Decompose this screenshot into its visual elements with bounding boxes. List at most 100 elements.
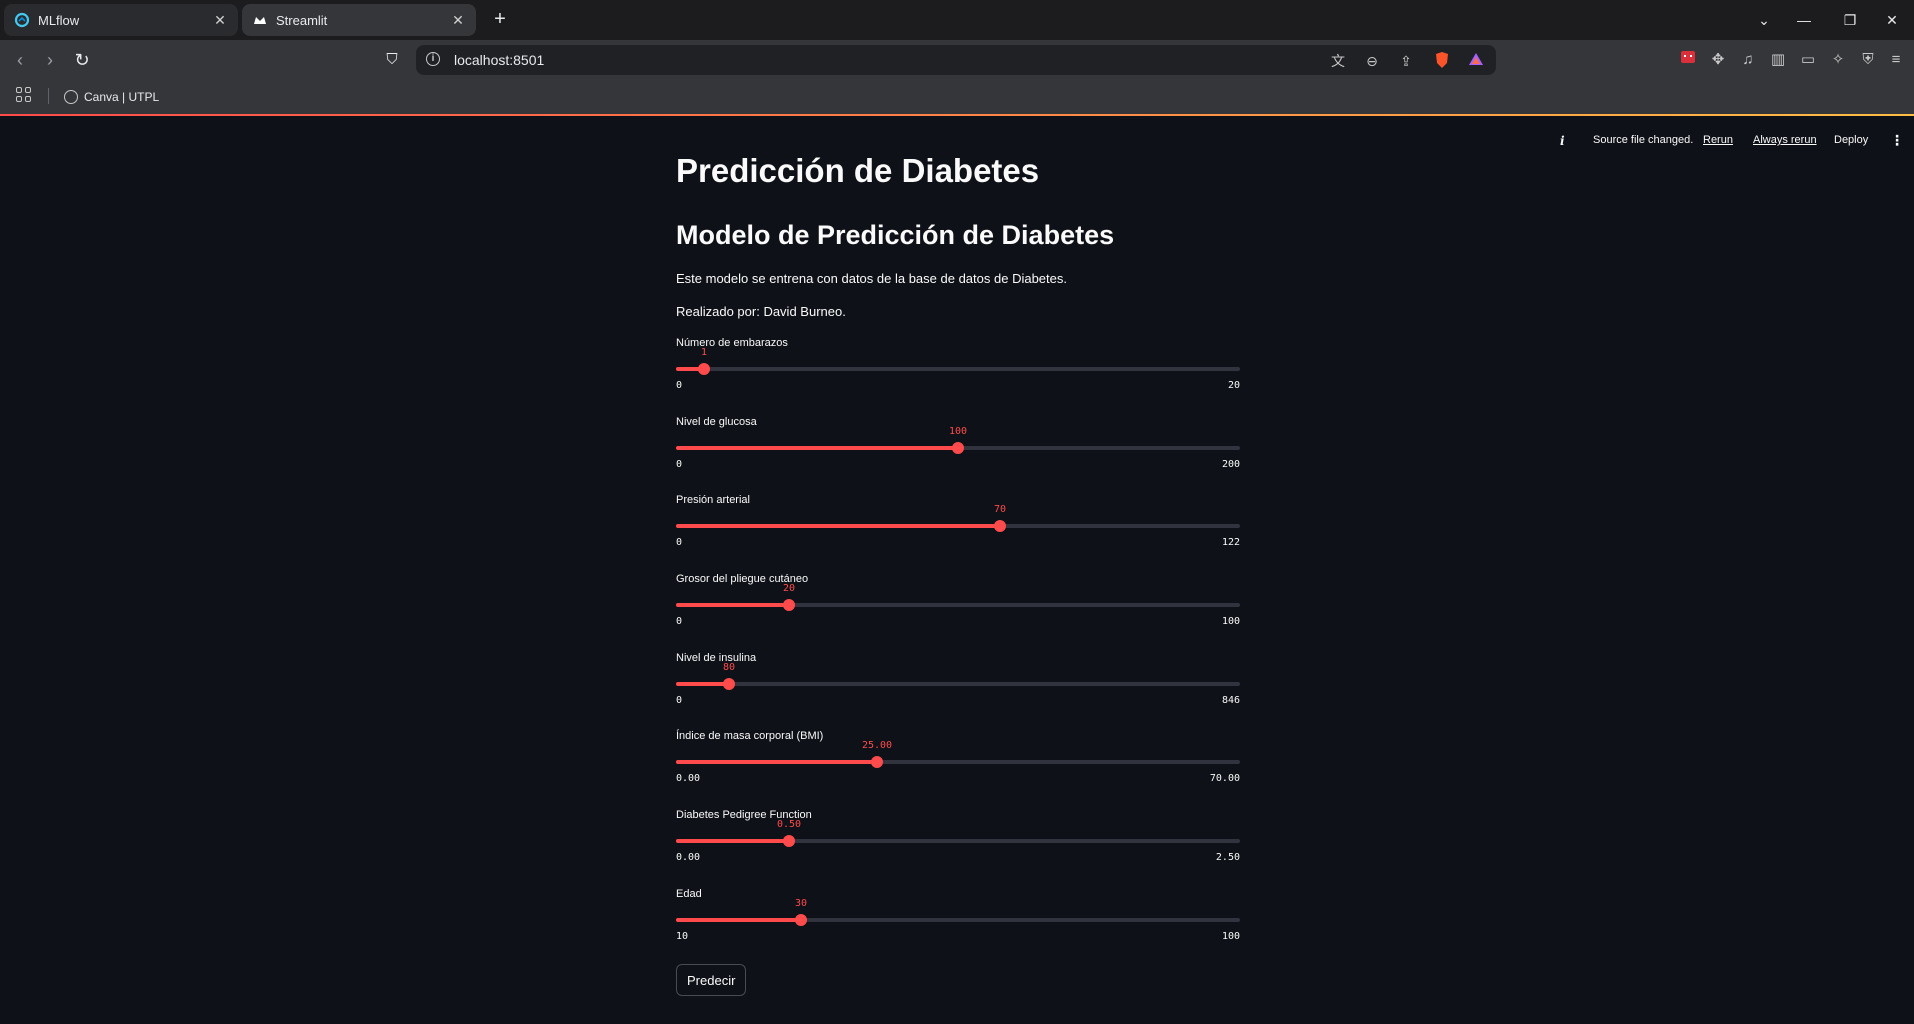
- bookmark-label: Canva | UTPL: [84, 90, 160, 104]
- slider-thumb[interactable]: [994, 520, 1006, 532]
- slider-min: 0: [676, 537, 683, 548]
- predict-button[interactable]: Predecir: [676, 964, 747, 996]
- slider-thumb[interactable]: [871, 756, 883, 768]
- slider-max: 2.50: [1215, 852, 1240, 863]
- leo-ai-icon[interactable]: ✧: [1828, 50, 1848, 70]
- forward-button[interactable]: ›: [38, 48, 62, 72]
- slider-track[interactable]: [676, 367, 1240, 371]
- status-text: Source file changed.: [1593, 134, 1694, 146]
- slider-fill: [676, 839, 789, 843]
- slider-value: 80: [722, 662, 736, 673]
- new-tab-button[interactable]: +: [488, 8, 512, 32]
- slider-thumb[interactable]: [783, 599, 795, 611]
- info-icon: i: [1560, 134, 1565, 148]
- globe-icon: [64, 90, 78, 104]
- slider-thumb[interactable]: [723, 678, 735, 690]
- slider-3[interactable]: Grosor del pliegue cutáneo 20 0 100: [676, 573, 1240, 643]
- slider-label: Edad: [676, 888, 702, 900]
- slider-label: Número de embarazos: [676, 337, 788, 349]
- slider-thumb[interactable]: [783, 835, 795, 847]
- slider-value: 1: [700, 347, 708, 358]
- brave-shields-icon[interactable]: [1432, 51, 1452, 71]
- extensions-puzzle-icon[interactable]: ✥: [1708, 50, 1728, 70]
- apps-grid-icon[interactable]: [16, 87, 34, 105]
- brave-rewards-icon[interactable]: [1466, 51, 1486, 71]
- slider-fill: [676, 524, 1000, 528]
- slider-value: 70: [993, 504, 1007, 515]
- minimize-button[interactable]: —: [1792, 8, 1816, 32]
- mlflow-icon: [14, 12, 30, 28]
- slider-value: 25.00: [861, 740, 893, 751]
- slider-fill: [676, 918, 801, 922]
- slider-max: 200: [1221, 459, 1240, 470]
- tab-strip: MLflow ✕ Streamlit ✕ + ⌄ — ❐ ✕: [0, 0, 1914, 40]
- bookmark-canva-utpl[interactable]: Canva | UTPL: [64, 87, 159, 107]
- site-info-icon[interactable]: i: [426, 52, 440, 66]
- slider-min: 0: [676, 380, 683, 391]
- restore-button[interactable]: ❐: [1838, 8, 1862, 32]
- slider-min: 0: [676, 459, 683, 470]
- slider-thumb[interactable]: [952, 442, 964, 454]
- tab-search-icon[interactable]: ⌄: [1752, 8, 1776, 32]
- tab-title: MLflow: [38, 12, 80, 28]
- slider-thumb[interactable]: [795, 914, 807, 926]
- slider-max: 20: [1227, 380, 1240, 391]
- slider-4[interactable]: Nivel de insulina 80 0 846: [676, 652, 1240, 722]
- share-icon[interactable]: ⇪: [1396, 51, 1416, 71]
- vpn-shield-icon[interactable]: ⛨: [1858, 50, 1878, 70]
- media-music-icon[interactable]: ♫: [1738, 50, 1758, 70]
- slider-7[interactable]: Edad 30 10 100: [676, 888, 1240, 958]
- slider-1[interactable]: Nivel de glucosa 100 0 200: [676, 416, 1240, 486]
- always-rerun-button[interactable]: Always rerun: [1753, 134, 1817, 146]
- streamlit-decoration-bar: [0, 114, 1914, 116]
- slider-label: Nivel de glucosa: [676, 416, 757, 428]
- slider-2[interactable]: Presión arterial 70 0 122: [676, 494, 1240, 564]
- page-subtitle: Modelo de Predicción de Diabetes: [676, 220, 1115, 250]
- slider-6[interactable]: Diabetes Pedigree Function 0.50 0.00 2.50: [676, 809, 1240, 879]
- slider-label: Nivel de insulina: [676, 652, 757, 664]
- bookmarks-divider: [48, 88, 49, 104]
- extension-red-icon[interactable]: [1678, 50, 1698, 70]
- translate-icon[interactable]: 文: [1328, 51, 1348, 71]
- close-icon[interactable]: ✕: [450, 12, 466, 29]
- slider-fill: [676, 446, 958, 450]
- tab-mlflow[interactable]: MLflow ✕: [4, 4, 238, 36]
- slider-min: 0: [676, 695, 683, 706]
- slider-fill: [676, 682, 729, 686]
- slider-max: 100: [1221, 931, 1240, 942]
- streamlit-crown-icon: [252, 12, 268, 28]
- description-text: Este modelo se entrena con datos de la b…: [676, 271, 1067, 286]
- window-close-button[interactable]: ✕: [1880, 8, 1904, 32]
- slider-label: Índice de masa corporal (BMI): [676, 730, 824, 742]
- slider-thumb[interactable]: [698, 363, 710, 375]
- rerun-button[interactable]: Rerun: [1703, 134, 1733, 146]
- slider-max: 100: [1221, 616, 1240, 627]
- bookmark-icon[interactable]: ⛉: [380, 48, 404, 72]
- sidebar-icon[interactable]: ▥: [1768, 50, 1788, 70]
- streamlit-toolbar: i Source file changed. Rerun Always reru…: [1560, 133, 1904, 154]
- close-icon[interactable]: ✕: [212, 12, 228, 29]
- slider-value: 30: [794, 898, 808, 909]
- slider-5[interactable]: Índice de masa corporal (BMI) 25.00 0.00 70…: [676, 730, 1240, 800]
- author-text: Realizado por: David Burneo.: [676, 304, 846, 319]
- slider-fill: [676, 603, 789, 607]
- deploy-button[interactable]: Deploy: [1834, 134, 1868, 146]
- wallet-icon[interactable]: ▭: [1798, 50, 1818, 70]
- slider-label: Presión arterial: [676, 494, 750, 506]
- slider-max: 122: [1221, 537, 1240, 548]
- slider-max: 846: [1221, 695, 1240, 706]
- slider-track[interactable]: [676, 682, 1240, 686]
- bookmarks-bar: [0, 80, 1914, 114]
- tab-streamlit[interactable]: Streamlit ✕: [242, 4, 476, 36]
- url-text: localhost:8501: [454, 52, 545, 68]
- menu-icon[interactable]: ≡: [1886, 50, 1906, 70]
- slider-min: 0: [676, 616, 683, 627]
- slider-0[interactable]: Número de embarazos 1 0 20: [676, 337, 1240, 407]
- tab-title: Streamlit: [276, 12, 328, 28]
- back-button[interactable]: ‹: [8, 48, 32, 72]
- reload-button[interactable]: ↻: [70, 48, 94, 72]
- main-menu-icon[interactable]: ⋮: [1890, 133, 1904, 147]
- zoom-icon[interactable]: ⊖: [1362, 51, 1382, 71]
- slider-max: 70.00: [1209, 773, 1240, 784]
- slider-fill: [676, 760, 877, 764]
